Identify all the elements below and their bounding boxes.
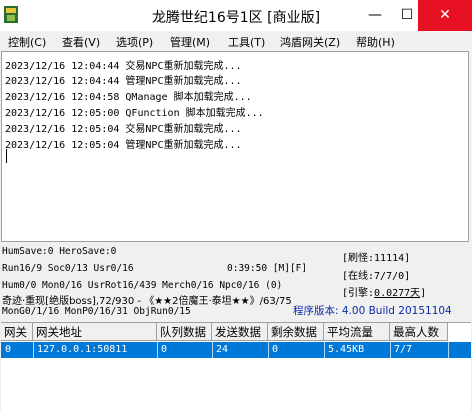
log-output[interactable]: 2023/12/16 12:04:44 交易NPC重新加载完成... 2023/…	[1, 51, 469, 242]
log-line: 2023/12/16 12:04:44 管理NPC重新加载完成...	[5, 76, 242, 87]
menu-tools[interactable]: 工具(T)	[228, 34, 265, 50]
log-line: 2023/12/16 12:05:04 交易NPC重新加载完成...	[5, 124, 242, 135]
table-cell: 0	[5, 344, 12, 355]
column-header[interactable]: 队列数据	[157, 323, 212, 341]
log-line: 2023/12/16 12:05:00 QFunction 脚本加载完成...	[5, 108, 264, 119]
table-cell: 5.45KB	[328, 344, 365, 355]
log-line: 2023/12/16 12:04:44 交易NPC重新加载完成...	[5, 61, 242, 72]
close-button[interactable]: ✕	[418, 0, 472, 31]
table-cell: 127.0.0.1:50811	[37, 344, 128, 355]
status-map: 奇迹·重现[绝版boss],72/930 - 《★★2倍魔王·泰坦★★》/63/…	[2, 296, 292, 307]
column-header[interactable]: 剩余数据	[268, 323, 324, 341]
title-bar: 龙腾世纪16号1区 [商业版] — ☐ ✕	[0, 0, 472, 31]
log-line: 2023/12/16 12:04:58 QManage 脚本加载完成...	[5, 92, 252, 103]
menu-view[interactable]: 查看(V)	[62, 34, 100, 50]
gateway-table: 网关 网关地址 队列数据 发送数据 剩余数据 平均流量 最高人数 0 127.0…	[1, 322, 471, 411]
table-cell: 0	[161, 344, 168, 355]
status-counts: Hum0/0 Mon0/16 UsrRot16/439 Merch0/16 Np…	[2, 280, 283, 291]
column-header[interactable]: 平均流量	[324, 323, 390, 341]
table-cell: 24	[216, 344, 229, 355]
text-caret	[6, 149, 7, 163]
menu-gateway[interactable]: 鸿盾网关(Z)	[280, 34, 340, 50]
column-header[interactable]: 网关地址	[33, 323, 157, 341]
menu-bar: 控制(C) 查看(V) 选项(P) 管理(M) 工具(T) 鸿盾网关(Z) 帮助…	[0, 31, 472, 51]
log-line: 2023/12/16 12:05:04 管理NPC重新加载完成...	[5, 140, 242, 151]
status-monsters: MonG0/1/16 MonP0/16/31 ObjRun0/15	[2, 306, 191, 317]
status-clock: 0:39:50 [M][F]	[227, 263, 308, 274]
menu-options[interactable]: 选项(P)	[116, 34, 153, 50]
online-count: [在线:7/7/0]	[342, 271, 411, 282]
menu-help[interactable]: 帮助(H)	[356, 34, 395, 50]
menu-manage[interactable]: 管理(M)	[170, 34, 210, 50]
engine-uptime: [引擎:0.0277天]	[342, 288, 427, 299]
maximize-button[interactable]: ☐	[394, 0, 420, 31]
brush-count: [刷怪:11114]	[342, 253, 411, 264]
table-cell: 7/7	[394, 344, 413, 355]
column-header[interactable]: 最高人数	[390, 323, 448, 341]
program-version: 程序版本: 4.00 Build 20151104	[293, 305, 452, 317]
menu-control[interactable]: 控制(C)	[8, 34, 46, 50]
column-header[interactable]: 网关	[1, 323, 33, 341]
table-cell: 0	[272, 344, 279, 355]
status-save: HumSave:0 HeroSave:0	[2, 246, 117, 257]
minimize-button[interactable]: —	[362, 0, 388, 31]
status-run: Run16/9 Soc0/13 Usr0/16	[2, 263, 134, 274]
column-header[interactable]: 发送数据	[212, 323, 268, 341]
